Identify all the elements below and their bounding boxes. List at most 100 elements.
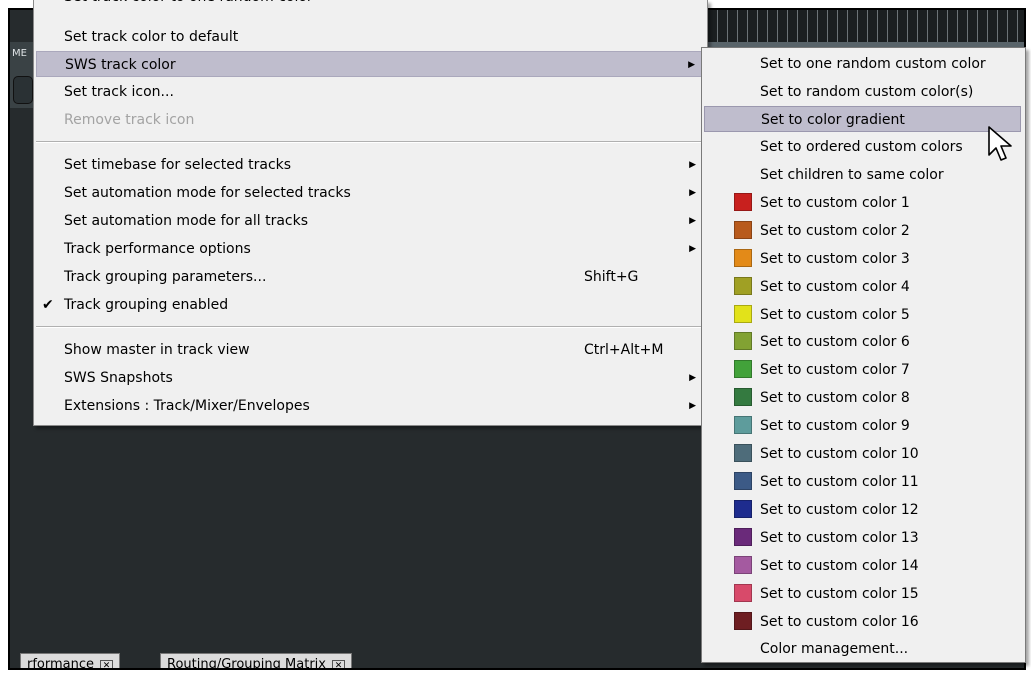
menu-separator <box>36 326 705 328</box>
tab-routing-matrix-label: Routing/Grouping Matrix <box>167 657 326 670</box>
submenu-item-custom-color-15[interactable]: Set to custom color 15 <box>704 581 1021 607</box>
color-swatch <box>734 528 752 546</box>
submenu-item-label: Set to ordered custom colors <box>760 139 963 155</box>
close-icon[interactable]: ✕ <box>100 660 114 668</box>
menu-item-label: Track grouping enabled <box>64 297 229 313</box>
submenu-item-custom-color-11[interactable]: Set to custom color 11 <box>704 469 1021 495</box>
tab-performance-label: rformance <box>27 657 95 670</box>
submenu-item-custom-color-16[interactable]: Set to custom color 16 <box>704 609 1021 635</box>
submenu-item-label: Set to custom color 6 <box>760 334 910 350</box>
submenu-item-label: Set to random custom color(s) <box>760 84 974 100</box>
mouse-pointer-icon <box>988 126 1012 161</box>
menu-item-sws-snapshots[interactable]: SWS Snapshots ▶ <box>36 365 705 391</box>
color-swatch <box>734 584 752 602</box>
track-strip-label: ME <box>12 48 27 59</box>
menu-item-label: Set track color to default <box>64 29 239 45</box>
color-swatch <box>734 193 752 211</box>
menu-item-set-random-color[interactable]: Set track color to one random color <box>36 0 705 10</box>
menu-item-set-default-color[interactable]: Set track color to default <box>36 24 705 50</box>
color-swatch <box>734 360 752 378</box>
menu-item-extensions[interactable]: Extensions : Track/Mixer/Envelopes ▶ <box>36 393 705 419</box>
submenu-item-label: Set to custom color 4 <box>760 279 910 295</box>
menu-item-remove-track-icon: Remove track icon <box>36 107 705 133</box>
submenu-item-label: Set to custom color 14 <box>760 558 919 574</box>
menu-item-label: Track grouping parameters... <box>64 269 267 285</box>
submenu-item-label: Set to custom color 13 <box>760 530 919 546</box>
menu-item-label: Set automation mode for selected tracks <box>64 185 351 201</box>
color-swatch <box>734 472 752 490</box>
color-swatch <box>734 500 752 518</box>
submenu-item-label: Set to custom color 12 <box>760 502 919 518</box>
menu-item-label: SWS track color <box>65 57 176 73</box>
menu-item-label: Remove track icon <box>64 112 195 128</box>
submenu-arrow-icon: ▶ <box>689 160 696 170</box>
submenu-arrow-icon: ▶ <box>689 373 696 383</box>
dock-tabs: rformance ✕ Routing/Grouping Matrix ✕ <box>20 650 400 670</box>
track-strip-button[interactable] <box>13 76 33 104</box>
color-swatch <box>734 388 752 406</box>
timeline-ruler[interactable] <box>707 10 1024 42</box>
submenu-item-label: Set to custom color 11 <box>760 474 919 490</box>
submenu-item-children-same-color[interactable]: Set children to same color <box>704 162 1021 188</box>
submenu-item-label: Set to custom color 3 <box>760 251 910 267</box>
submenu-item-label: Set to custom color 2 <box>760 223 910 239</box>
submenu-item-label: Set to custom color 1 <box>760 195 910 211</box>
submenu-arrow-icon: ▶ <box>688 60 695 70</box>
submenu-item-custom-color-9[interactable]: Set to custom color 9 <box>704 413 1021 439</box>
submenu-item-label: Set to custom color 8 <box>760 390 910 406</box>
color-swatch <box>734 249 752 267</box>
menu-item-label: Set automation mode for all tracks <box>64 213 309 229</box>
submenu-item-color-management[interactable]: Color management... <box>704 636 1021 662</box>
submenu-item-custom-color-8[interactable]: Set to custom color 8 <box>704 385 1021 411</box>
menu-item-grouping-parameters[interactable]: Track grouping parameters... Shift+G <box>36 264 705 290</box>
color-swatch <box>734 277 752 295</box>
close-icon[interactable]: ✕ <box>331 660 345 668</box>
menu-item-label: SWS Snapshots <box>64 370 173 386</box>
menu-item-sws-track-color[interactable]: SWS track color ▶ <box>36 51 705 77</box>
submenu-item-random-custom[interactable]: Set to random custom color(s) <box>704 79 1021 105</box>
submenu-arrow-icon: ▶ <box>689 401 696 411</box>
submenu-item-custom-color-1[interactable]: Set to custom color 1 <box>704 190 1021 216</box>
submenu-arrow-icon: ▶ <box>689 216 696 226</box>
submenu-item-one-random-custom[interactable]: Set to one random custom color <box>704 51 1021 77</box>
submenu-item-custom-color-13[interactable]: Set to custom color 13 <box>704 525 1021 551</box>
tab-routing-matrix[interactable]: Routing/Grouping Matrix ✕ <box>160 653 352 670</box>
submenu-item-label: Set to custom color 10 <box>760 446 919 462</box>
submenu-item-custom-color-2[interactable]: Set to custom color 2 <box>704 218 1021 244</box>
shortcut-label: Ctrl+Alt+M <box>584 342 664 358</box>
submenu-item-label: Set to custom color 5 <box>760 307 910 323</box>
color-swatch <box>734 556 752 574</box>
menu-item-show-master[interactable]: Show master in track view Ctrl+Alt+M <box>36 337 705 363</box>
submenu-arrow-icon: ▶ <box>689 244 696 254</box>
submenu-item-custom-color-3[interactable]: Set to custom color 3 <box>704 246 1021 272</box>
menu-item-label: Set track color to one random color <box>64 0 313 10</box>
menu-item-grouping-enabled[interactable]: ✔ Track grouping enabled <box>36 292 705 318</box>
tab-performance[interactable]: rformance ✕ <box>20 653 121 670</box>
checkmark-icon: ✔ <box>42 297 54 313</box>
submenu-item-custom-color-4[interactable]: Set to custom color 4 <box>704 274 1021 300</box>
submenu-item-label: Color management... <box>760 641 909 657</box>
color-swatch <box>734 221 752 239</box>
submenu-item-custom-color-10[interactable]: Set to custom color 10 <box>704 441 1021 467</box>
submenu-item-custom-color-14[interactable]: Set to custom color 14 <box>704 553 1021 579</box>
menu-item-automation-all[interactable]: Set automation mode for all tracks ▶ <box>36 208 705 234</box>
color-swatch <box>734 305 752 323</box>
menu-item-automation-selected[interactable]: Set automation mode for selected tracks ▶ <box>36 180 705 206</box>
color-swatch <box>734 416 752 434</box>
submenu-item-custom-color-6[interactable]: Set to custom color 6 <box>704 329 1021 355</box>
menu-item-set-timebase[interactable]: Set timebase for selected tracks ▶ <box>36 152 705 178</box>
submenu-item-custom-color-12[interactable]: Set to custom color 12 <box>704 497 1021 523</box>
menu-item-set-track-icon[interactable]: Set track icon... <box>36 79 705 105</box>
menu-item-label: Show master in track view <box>64 342 250 358</box>
track-context-menu: Set track color to one random color Set … <box>33 0 708 426</box>
submenu-arrow-icon: ▶ <box>689 188 696 198</box>
submenu-item-ordered-custom[interactable]: Set to ordered custom colors <box>704 134 1021 160</box>
submenu-item-custom-color-7[interactable]: Set to custom color 7 <box>704 357 1021 383</box>
color-swatch <box>734 332 752 350</box>
submenu-item-label: Set to custom color 16 <box>760 614 919 630</box>
submenu-item-custom-color-5[interactable]: Set to custom color 5 <box>704 302 1021 328</box>
submenu-item-color-gradient[interactable]: Set to color gradient <box>704 106 1021 132</box>
sws-track-color-submenu: Set to one random custom color Set to ra… <box>701 47 1026 663</box>
menu-item-label: Extensions : Track/Mixer/Envelopes <box>64 398 310 414</box>
menu-item-performance-options[interactable]: Track performance options ▶ <box>36 236 705 262</box>
